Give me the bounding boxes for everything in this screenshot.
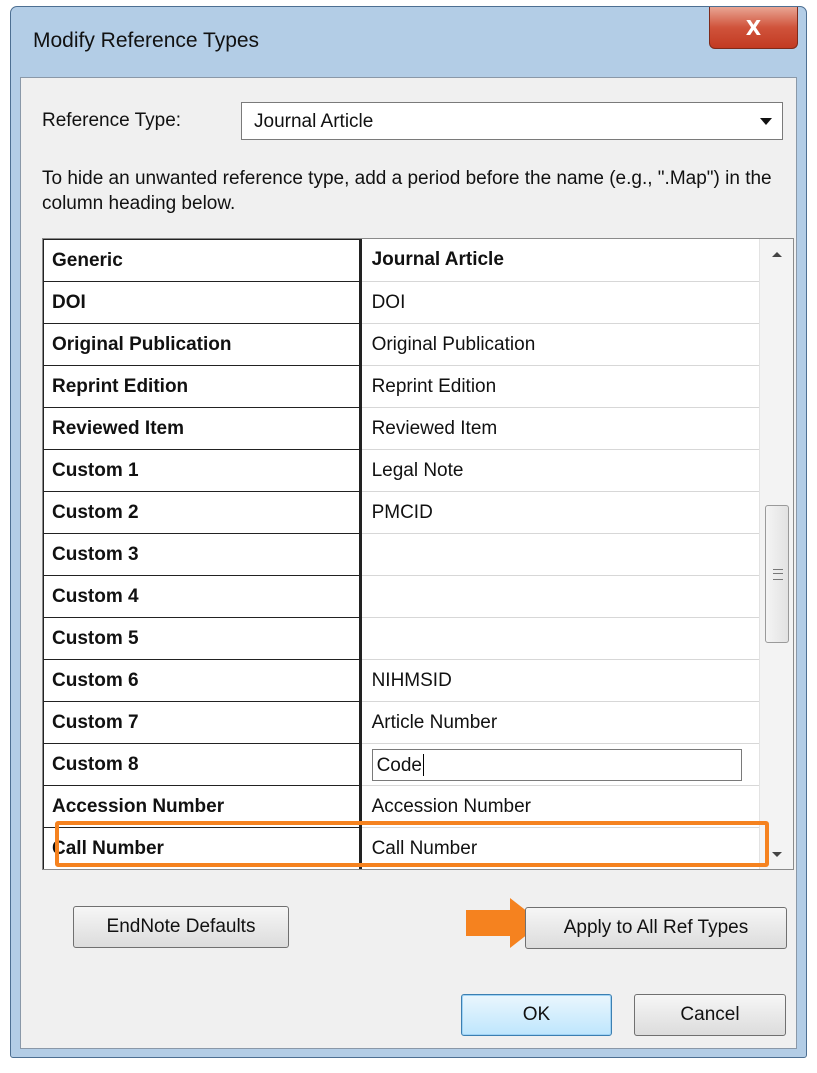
- scroll-up-icon: [771, 251, 782, 257]
- generic-field-cell: Custom 6: [43, 659, 362, 702]
- reference-type-label: Reference Type:: [42, 110, 182, 131]
- cancel-button[interactable]: Cancel: [634, 994, 786, 1036]
- generic-field-cell: Custom 2: [43, 491, 362, 534]
- field-table: Generic Journal Article DOI DOI Original P…: [43, 239, 762, 869]
- title-bar: Modify Reference Types X: [11, 7, 806, 75]
- ref-field-cell[interactable]: [360, 617, 762, 660]
- ref-field-cell[interactable]: Reprint Edition: [360, 365, 762, 408]
- table-row: Custom 1 Legal Note: [43, 449, 762, 492]
- window-title: Modify Reference Types: [33, 29, 260, 52]
- ref-field-cell[interactable]: [360, 575, 762, 618]
- dropdown-arrow-icon: [760, 118, 772, 125]
- hint-text: To hide an unwanted reference type, add …: [42, 168, 772, 214]
- reference-type-dropdown[interactable]: Journal Article: [241, 102, 783, 140]
- table-row: Custom 8 Code: [43, 743, 762, 786]
- text-caret: [422, 754, 424, 777]
- ref-field-cell[interactable]: PMCID: [360, 491, 762, 534]
- header-generic: Generic: [43, 239, 362, 282]
- generic-field-cell: Original Publication: [43, 323, 362, 366]
- generic-field-cell: DOI: [43, 281, 362, 324]
- ok-button[interactable]: OK: [461, 994, 612, 1036]
- table-row: Original Publication Original Publication: [43, 323, 762, 366]
- ref-field-input-text: Code: [376, 754, 422, 776]
- ref-field-cell[interactable]: [360, 533, 762, 576]
- generic-field-cell: Custom 4: [43, 575, 362, 618]
- generic-field-cell: Custom 3: [43, 533, 362, 576]
- table-row: Custom 5: [43, 617, 762, 660]
- table-row: Reviewed Item Reviewed Item: [43, 407, 762, 450]
- dialog-window: Modify Reference Types X Reference Type:…: [10, 6, 807, 1058]
- generic-field-cell: Custom 1: [43, 449, 362, 492]
- ref-field-cell[interactable]: Original Publication: [360, 323, 762, 366]
- generic-field-cell: Reprint Edition: [43, 365, 362, 408]
- ref-field-input[interactable]: Code: [371, 748, 742, 781]
- table-row: Custom 2 PMCID: [43, 491, 762, 534]
- table-row: Custom 7 Article Number: [43, 701, 762, 744]
- scroll-up-button[interactable]: [760, 239, 793, 269]
- endnote-defaults-button[interactable]: EndNote Defaults: [73, 906, 289, 948]
- scroll-down-icon: [771, 851, 782, 857]
- table-header-row: Generic Journal Article: [43, 239, 762, 282]
- table-row: Reprint Edition Reprint Edition: [43, 365, 762, 408]
- reference-type-value: Journal Article: [254, 111, 374, 132]
- header-ref-type[interactable]: Journal Article: [360, 239, 762, 282]
- ref-field-cell[interactable]: Article Number: [360, 701, 762, 744]
- generic-field-cell: Custom 8: [43, 743, 362, 786]
- dialog-content: Reference Type: Journal Article To hide …: [20, 77, 797, 1049]
- apply-to-all-button[interactable]: Apply to All Ref Types: [525, 907, 787, 949]
- table-row: Custom 3: [43, 533, 762, 576]
- ref-field-cell[interactable]: DOI: [360, 281, 762, 324]
- field-grid: Generic Journal Article DOI DOI Original P…: [42, 238, 794, 870]
- scroll-thumb[interactable]: [765, 505, 789, 643]
- table-row: Custom 4: [43, 575, 762, 618]
- custom-8-highlight: [55, 821, 769, 867]
- vertical-scrollbar[interactable]: [759, 239, 793, 869]
- grip-icon: [773, 569, 783, 580]
- close-button[interactable]: X: [709, 7, 798, 49]
- table-row: Custom 6 NIHMSID: [43, 659, 762, 702]
- ref-field-edit-cell[interactable]: Code: [360, 743, 762, 786]
- ref-field-cell[interactable]: Reviewed Item: [360, 407, 762, 450]
- generic-field-cell: Custom 7: [43, 701, 362, 744]
- generic-field-cell: Reviewed Item: [43, 407, 362, 450]
- close-icon: X: [745, 15, 762, 40]
- table-row: DOI DOI: [43, 281, 762, 324]
- ref-field-cell[interactable]: Legal Note: [360, 449, 762, 492]
- generic-field-cell: Custom 5: [43, 617, 362, 660]
- ref-field-cell[interactable]: NIHMSID: [360, 659, 762, 702]
